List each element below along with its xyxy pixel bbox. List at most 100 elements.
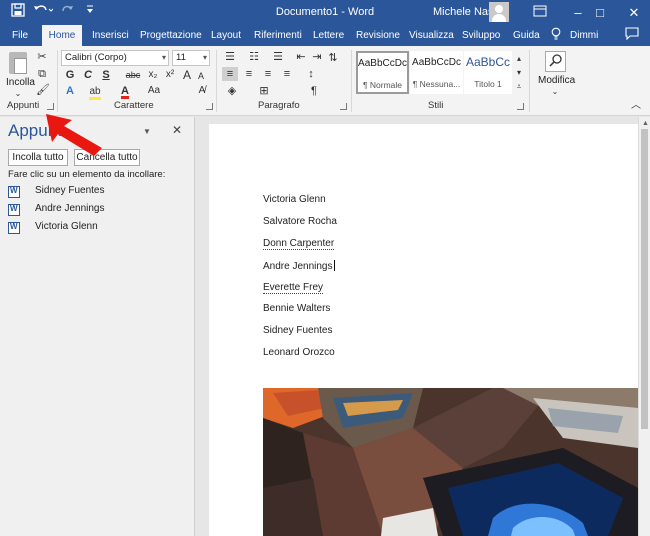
style-sample: AaBbCcDc bbox=[358, 58, 407, 69]
clear-formatting-icon[interactable]: A̸ bbox=[196, 84, 208, 98]
group-separator bbox=[351, 50, 352, 112]
inserted-photo[interactable] bbox=[263, 388, 638, 536]
chevron-down-icon: ▾ bbox=[161, 53, 166, 62]
style-name: Titolo 1 bbox=[474, 79, 502, 89]
document-line[interactable]: Leonard Orozco bbox=[263, 347, 335, 358]
tab-file[interactable]: File bbox=[12, 25, 28, 46]
clipboard-launcher-icon[interactable] bbox=[47, 103, 54, 110]
paste-dropdown-icon[interactable]: ⌄ bbox=[14, 87, 22, 101]
shrink-font-button[interactable]: A bbox=[196, 69, 206, 83]
style-normal[interactable]: AaBbCcDc ¶ Normale bbox=[356, 51, 409, 94]
sort-icon[interactable]: ⇅ bbox=[326, 51, 340, 65]
word-doc-icon bbox=[8, 222, 20, 234]
ribbon-tabs: File Home Inserisci Progettazione Layout… bbox=[0, 25, 650, 46]
numbering-icon[interactable]: ☷ bbox=[246, 50, 262, 64]
font-color-icon[interactable]: A bbox=[118, 84, 132, 99]
document-line[interactable]: Sidney Fuentes bbox=[263, 325, 333, 336]
document-line[interactable]: Victoria Glenn bbox=[263, 194, 326, 205]
line-spacing-icon[interactable]: ↕ bbox=[302, 67, 320, 81]
lightbulb-icon[interactable] bbox=[551, 25, 561, 46]
tab-references[interactable]: Riferimenti bbox=[254, 25, 302, 46]
style-heading-1[interactable]: AaBbCc Titolo 1 bbox=[464, 51, 512, 94]
styles-more-icon[interactable]: ⩡ bbox=[514, 80, 524, 94]
collapse-ribbon-icon[interactable]: ︿ bbox=[630, 99, 642, 113]
maximize-button[interactable]: □ bbox=[582, 0, 618, 25]
tab-home[interactable]: Home bbox=[42, 25, 82, 46]
tab-layout[interactable]: Layout bbox=[211, 25, 241, 46]
bullets-icon[interactable]: ☰ bbox=[222, 50, 238, 64]
avatar[interactable] bbox=[489, 2, 509, 22]
font-launcher-icon[interactable] bbox=[206, 103, 213, 110]
superscript-button[interactable]: x² bbox=[163, 68, 177, 82]
bold-button[interactable]: G bbox=[64, 68, 76, 82]
borders-icon[interactable]: ⊞ bbox=[256, 84, 272, 98]
format-painter-icon[interactable]: 🖌 bbox=[36, 83, 50, 97]
document-page[interactable]: Victoria Glenn Salvatore Rocha Donn Carp… bbox=[209, 124, 638, 536]
shading-icon[interactable]: ◈ bbox=[224, 84, 240, 98]
styles-launcher-icon[interactable] bbox=[517, 103, 524, 110]
align-right-icon[interactable]: ≡ bbox=[260, 67, 276, 81]
strikethrough-button[interactable]: abc bbox=[124, 68, 142, 82]
styles-scroll-down-icon[interactable]: ▾ bbox=[514, 66, 524, 80]
group-label-clipboard: Appunti bbox=[7, 100, 40, 111]
copy-icon[interactable]: ⧉ bbox=[36, 67, 48, 81]
scrollbar-thumb[interactable] bbox=[641, 129, 648, 429]
style-sample: AaBbCc bbox=[465, 55, 511, 69]
document-line[interactable]: Salvatore Rocha bbox=[263, 216, 337, 227]
font-size-combo[interactable]: 11 ▾ bbox=[172, 50, 210, 66]
close-button[interactable]: ✕ bbox=[616, 0, 650, 25]
subscript-button[interactable]: x₂ bbox=[146, 68, 160, 82]
clipboard-item[interactable]: Andre Jennings bbox=[8, 202, 188, 218]
document-line[interactable]: Bennie Walters bbox=[263, 303, 330, 314]
clipboard-item-text: Victoria Glenn bbox=[35, 221, 98, 232]
grow-font-button[interactable]: A bbox=[182, 68, 192, 82]
scroll-up-icon[interactable]: ▲ bbox=[642, 120, 649, 127]
font-name-combo[interactable]: Calibri (Corpo) ▾ bbox=[61, 50, 169, 66]
document-line[interactable]: Everette Frey bbox=[263, 282, 324, 294]
tab-mailings[interactable]: Lettere bbox=[313, 25, 344, 46]
paste-icon[interactable] bbox=[9, 52, 27, 74]
word-doc-icon bbox=[8, 186, 20, 198]
ribbon-display-options-icon[interactable] bbox=[522, 0, 558, 25]
group-label-paragraph: Paragrafo bbox=[258, 100, 300, 111]
editing-dropdown-icon[interactable]: ⌄ bbox=[551, 85, 559, 99]
font-name-value: Calibri (Corpo) bbox=[65, 52, 127, 63]
account-name[interactable]: Michele Nasi bbox=[433, 0, 496, 25]
tab-developer[interactable]: Sviluppo bbox=[462, 25, 500, 46]
document-canvas: Victoria Glenn Salvatore Rocha Donn Carp… bbox=[195, 117, 638, 536]
tab-view[interactable]: Visualizza bbox=[409, 25, 454, 46]
styles-scroll-up-icon[interactable]: ▴ bbox=[514, 52, 524, 66]
clipboard-item[interactable]: Victoria Glenn bbox=[8, 220, 188, 236]
decrease-indent-icon[interactable]: ⇤ bbox=[294, 50, 308, 64]
tab-insert[interactable]: Inserisci bbox=[92, 25, 129, 46]
tab-help[interactable]: Guida bbox=[513, 25, 540, 46]
align-left-icon[interactable]: ≡ bbox=[222, 67, 238, 81]
cut-icon[interactable]: ✂ bbox=[36, 50, 48, 64]
group-separator bbox=[529, 50, 530, 112]
comments-icon[interactable] bbox=[625, 25, 639, 46]
close-icon[interactable]: ✕ bbox=[170, 123, 184, 137]
find-icon[interactable] bbox=[545, 51, 566, 72]
increase-indent-icon[interactable]: ⇥ bbox=[310, 50, 324, 64]
change-case-button[interactable]: Aa bbox=[146, 84, 162, 98]
justify-icon[interactable]: ≡ bbox=[279, 67, 295, 81]
pane-options-icon[interactable]: ▼ bbox=[142, 125, 152, 139]
show-formatting-button[interactable]: ¶ bbox=[307, 84, 321, 98]
tab-tell-me[interactable]: Dimmi bbox=[570, 25, 598, 46]
font-color-letter: A bbox=[121, 85, 129, 99]
text-effects-icon[interactable]: A bbox=[63, 84, 77, 98]
paragraph-launcher-icon[interactable] bbox=[340, 103, 347, 110]
font-size-value: 11 bbox=[176, 52, 186, 63]
document-line-with-caret[interactable]: Andre Jennings bbox=[263, 260, 335, 272]
vertical-scrollbar[interactable]: ▲ bbox=[638, 117, 650, 536]
tab-design[interactable]: Progettazione bbox=[140, 25, 202, 46]
italic-button[interactable]: C bbox=[82, 68, 94, 82]
style-no-spacing[interactable]: AaBbCcDc ¶ Nessuna... bbox=[410, 51, 463, 94]
clipboard-item[interactable]: Sidney Fuentes bbox=[8, 184, 188, 200]
align-center-icon[interactable]: ≡ bbox=[241, 67, 257, 81]
highlight-icon[interactable]: ab bbox=[88, 84, 102, 100]
tab-review[interactable]: Revisione bbox=[356, 25, 400, 46]
multilevel-list-icon[interactable]: ☰ bbox=[270, 50, 286, 64]
underline-button[interactable]: S bbox=[100, 68, 112, 82]
document-line[interactable]: Donn Carpenter bbox=[263, 238, 335, 250]
